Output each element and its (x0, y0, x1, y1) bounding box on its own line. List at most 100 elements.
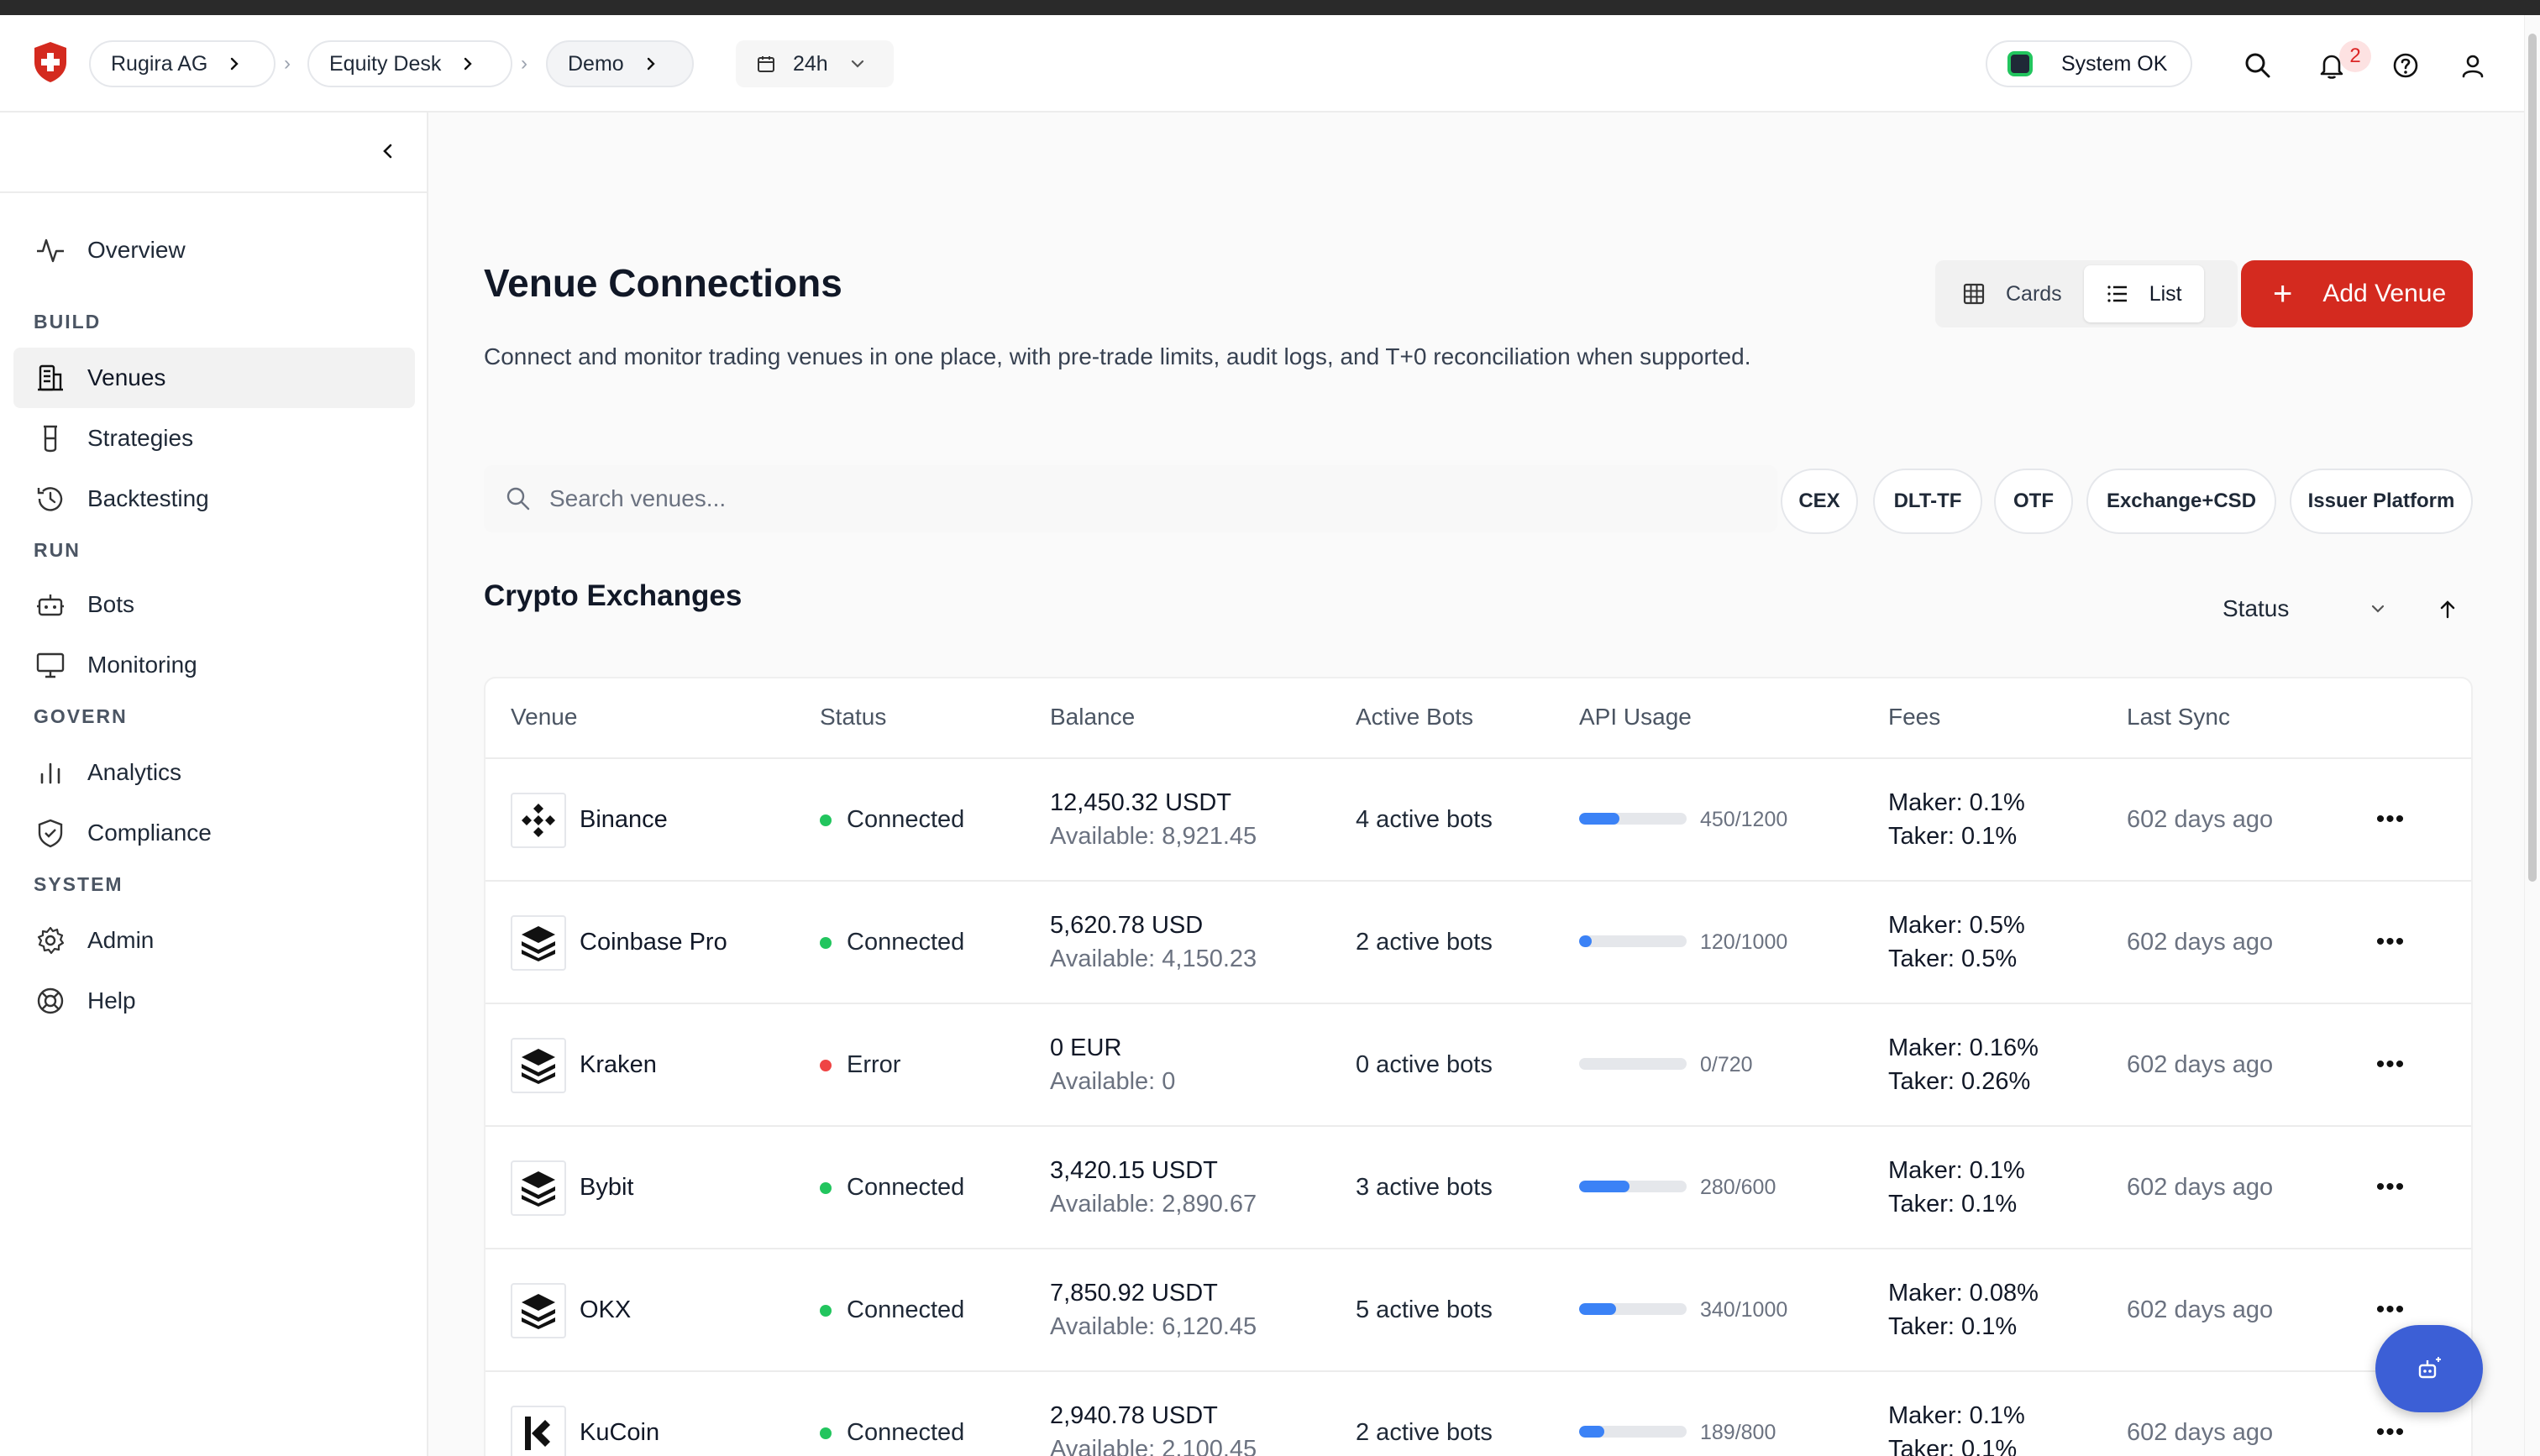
venue-name[interactable]: KuCoin (580, 1419, 659, 1447)
taker-fee: Taker: 0.1% (1888, 1436, 2018, 1456)
column-header-api-usage[interactable]: API Usage (1579, 704, 1692, 731)
view-cards-label: Cards (2006, 281, 2062, 306)
api-usage-bar (1579, 1303, 1687, 1315)
sidebar-section-govern: GOVERN (34, 705, 128, 727)
balance-available: Available: 8,921.45 (1050, 823, 1257, 850)
column-header-status[interactable]: Status (820, 704, 886, 731)
active-bots: 5 active bots (1356, 1296, 1493, 1323)
sidebar-item-overview[interactable]: Overview (13, 220, 415, 280)
page-scrollbar-thumb[interactable] (2528, 34, 2537, 882)
time-range-select[interactable]: 24h (736, 40, 894, 87)
breadcrumb-org[interactable]: Rugira AG (89, 40, 276, 87)
venue-name[interactable]: OKX (580, 1296, 631, 1324)
sidebar-item-admin[interactable]: Admin (13, 910, 415, 971)
sidebar-item-venues[interactable]: Venues (13, 348, 415, 408)
search-icon[interactable] (2241, 49, 2275, 82)
sidebar-item-compliance[interactable]: Compliance (13, 803, 415, 863)
filter-chip-dlt-tf[interactable]: DLT-TF (1873, 469, 1982, 534)
ellipsis-icon: ••• (2375, 1418, 2406, 1446)
collapse-sidebar-button[interactable] (371, 134, 405, 168)
search-venues-input[interactable]: Search venues... (484, 465, 1777, 532)
arrow-up-icon (2437, 599, 2459, 621)
column-header-fees[interactable]: Fees (1888, 704, 1940, 731)
user-icon[interactable] (2456, 49, 2490, 82)
more-actions-button[interactable]: ••• (2374, 1050, 2407, 1080)
table-row[interactable]: Kraken Error 0 EUR Available: 0 0 active bot… (485, 1004, 2471, 1127)
table-row[interactable]: Coinbase Pro Connected 5,620.78 USD Availab… (485, 882, 2471, 1004)
more-actions-button[interactable]: ••• (2374, 1172, 2407, 1202)
taker-fee: Taker: 0.1% (1888, 823, 2018, 850)
active-bots: 2 active bots (1356, 1419, 1493, 1446)
sidebar-item-label: Bots (87, 591, 135, 617)
add-venue-button[interactable]: + Add Venue (2241, 260, 2473, 327)
api-usage-text: 340/1000 (1700, 1298, 1788, 1322)
filter-chip-otf[interactable]: OTF (1994, 469, 2073, 534)
last-sync: 602 days ago (2127, 1174, 2274, 1201)
column-header-last-sync[interactable]: Last Sync (2127, 704, 2230, 731)
sidebar-item-monitoring[interactable]: Monitoring (13, 635, 415, 695)
venue-name[interactable]: Kraken (580, 1051, 657, 1079)
table-row[interactable]: KuCoin Connected 2,940.78 USDT Available: 2… (485, 1372, 2471, 1456)
more-actions-button[interactable]: ••• (2374, 804, 2407, 835)
balance-value: 3,420.15 USDT (1050, 1157, 1218, 1184)
venue-logo-icon (511, 915, 566, 971)
system-status-pill[interactable]: System OK (1986, 40, 2192, 87)
venue-name[interactable]: Binance (580, 806, 668, 834)
sidebar-section-build: BUILD (34, 311, 102, 333)
sidebar-item-strategies[interactable]: Strategies (13, 408, 415, 469)
active-bots: 3 active bots (1356, 1174, 1493, 1201)
venue-logo-icon (511, 793, 566, 848)
table-row[interactable]: OKX Connected 7,850.92 USDT Available: 6,12… (485, 1249, 2471, 1372)
balance-value: 12,450.32 USDT (1050, 789, 1232, 816)
table-row[interactable]: Bybit Connected 3,420.15 USDT Available: 2,… (485, 1127, 2471, 1249)
main-content: Venue Connections Connect and monitor tr… (430, 113, 2524, 1456)
status-label: Error (847, 1051, 901, 1078)
sort-direction-button[interactable] (2431, 593, 2464, 626)
more-actions-button[interactable]: ••• (2374, 1417, 2407, 1448)
breadcrumb-desk[interactable]: Equity Desk (307, 40, 512, 87)
sidebar-item-help[interactable]: Help (13, 971, 415, 1031)
taker-fee: Taker: 0.1% (1888, 1313, 2018, 1340)
lifebuoy-icon (34, 984, 67, 1018)
sidebar-item-bots[interactable]: Bots (13, 574, 415, 635)
status-cell: Connected (820, 929, 964, 956)
column-header-balance[interactable]: Balance (1050, 704, 1135, 731)
venue-name[interactable]: Coinbase Pro (580, 929, 727, 956)
sidebar-item-label: Backtesting (87, 485, 209, 511)
more-actions-button[interactable]: ••• (2374, 1295, 2407, 1325)
sidebar-item-label: Monitoring (87, 652, 197, 678)
sort-select[interactable]: Status (2212, 588, 2401, 630)
api-usage-text: 450/1200 (1700, 808, 1788, 831)
system-status-label: System OK (2061, 51, 2168, 76)
sidebar-divider (0, 191, 428, 193)
column-header-venue[interactable]: Venue (511, 704, 577, 731)
filter-chip-cex[interactable]: CEX (1781, 469, 1858, 534)
list-icon (2106, 282, 2129, 306)
help-circle-icon[interactable] (2389, 49, 2422, 82)
balance-value: 7,850.92 USDT (1050, 1280, 1218, 1307)
filter-chip-exchange-csd[interactable]: Exchange+CSD (2086, 469, 2276, 534)
view-cards-button[interactable]: Cards (1940, 265, 2084, 322)
api-usage-text: 280/600 (1700, 1176, 1776, 1199)
sidebar-section-run: RUN (34, 539, 81, 561)
calendar-icon (756, 54, 776, 74)
monitor-icon (34, 648, 67, 682)
chevron-right-icon (643, 55, 659, 72)
assistant-button[interactable] (2375, 1325, 2483, 1412)
more-actions-button[interactable]: ••• (2374, 927, 2407, 957)
table-row[interactable]: Binance Connected 12,450.32 USDT Available:… (485, 759, 2471, 882)
venue-name[interactable]: Bybit (580, 1174, 633, 1202)
bar-chart-icon (34, 756, 67, 789)
sidebar-item-backtesting[interactable]: Backtesting (13, 469, 415, 529)
last-sync: 602 days ago (2127, 1296, 2274, 1323)
filter-chip-issuer-platform[interactable]: Issuer Platform (2290, 469, 2473, 534)
breadcrumb-env[interactable]: Demo (546, 40, 694, 87)
column-header-active-bots[interactable]: Active Bots (1356, 704, 1473, 731)
sidebar: Overview BUILD Venues Strategies Backtes… (0, 113, 428, 1456)
sort-select-value: Status (2222, 595, 2290, 621)
app-logo[interactable] (32, 40, 69, 84)
venue-logo-icon (511, 1283, 566, 1338)
sidebar-item-analytics[interactable]: Analytics (13, 742, 415, 803)
view-list-button[interactable]: List (2083, 265, 2204, 322)
activity-icon (34, 233, 67, 267)
